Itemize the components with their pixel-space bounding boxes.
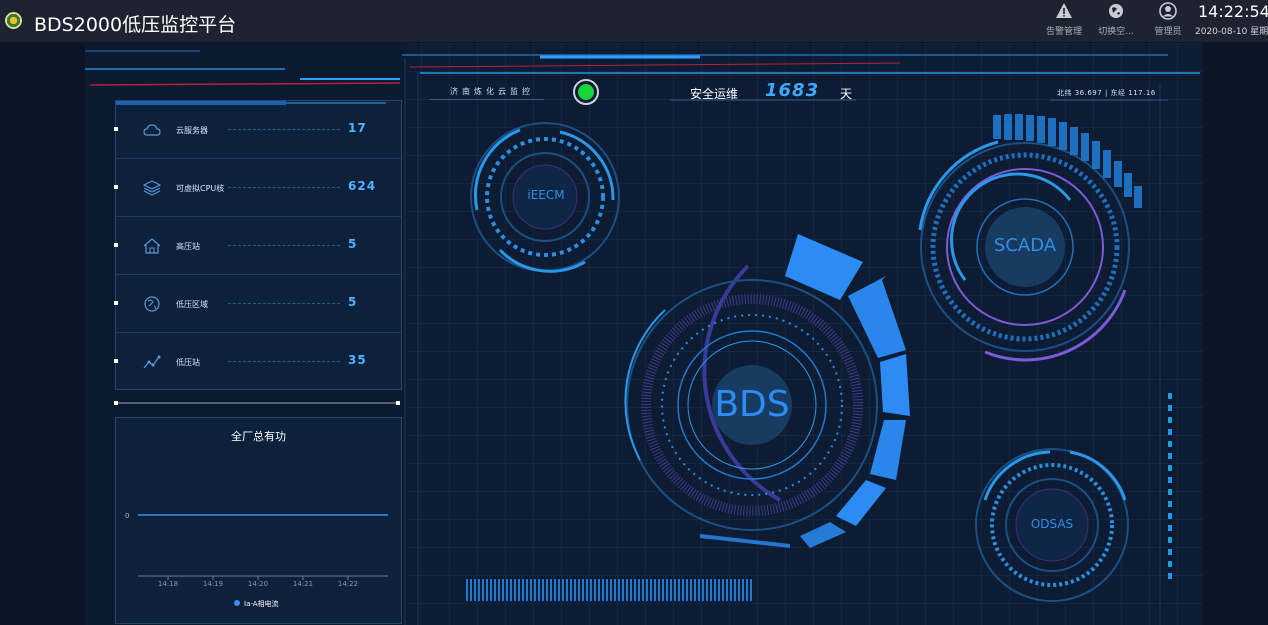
comb-bar — [710, 579, 712, 601]
comb-bar — [650, 579, 652, 601]
comb-bar — [550, 579, 552, 601]
comb-bar — [614, 579, 616, 601]
comb-bar — [518, 579, 520, 601]
comb-bar — [698, 579, 700, 601]
comb-bar — [566, 579, 568, 601]
comb-bar — [690, 579, 692, 601]
comb-bar — [750, 579, 752, 601]
comb-bar — [662, 579, 664, 601]
comb-bar — [738, 579, 740, 601]
comb-bar — [486, 579, 488, 601]
comb-bar — [734, 579, 736, 601]
comb-bar — [706, 579, 708, 601]
comb-bar — [586, 579, 588, 601]
comb-bar — [638, 579, 640, 601]
comb-bar — [674, 579, 676, 601]
comb-bar — [474, 579, 476, 601]
comb-bar — [534, 579, 536, 601]
system-rings-artwork — [466, 114, 1142, 602]
comb-bar — [670, 579, 672, 601]
comb-bar — [594, 579, 596, 601]
comb-bar — [606, 579, 608, 601]
comb-bar — [626, 579, 628, 601]
comb-bar — [582, 579, 584, 601]
comb-bar — [494, 579, 496, 601]
comb-bar — [554, 579, 556, 601]
comb-bar — [470, 579, 472, 601]
comb-bar — [542, 579, 544, 601]
comb-bar — [654, 579, 656, 601]
comb-bar — [590, 579, 592, 601]
comb-bar — [714, 579, 716, 601]
comb-bar — [602, 579, 604, 601]
comb-bar — [530, 579, 532, 601]
comb-bar — [730, 579, 732, 601]
comb-bar — [570, 579, 572, 601]
comb-bar — [546, 579, 548, 601]
comb-bar — [506, 579, 508, 601]
comb-bar — [562, 579, 564, 601]
comb-bar — [610, 579, 612, 601]
comb-bar — [482, 579, 484, 601]
comb-bar — [514, 579, 516, 601]
comb-bar — [598, 579, 600, 601]
comb-bar — [510, 579, 512, 601]
comb-bar — [498, 579, 500, 601]
comb-bar — [466, 579, 468, 601]
comb-bar — [622, 579, 624, 601]
comb-bar — [694, 579, 696, 601]
comb-bar — [558, 579, 560, 601]
comb-bar — [526, 579, 528, 601]
comb-bar — [722, 579, 724, 601]
comb-bar — [718, 579, 720, 601]
scada-label: SCADA — [993, 235, 1057, 256]
comb-bar — [666, 579, 668, 601]
comb-bar — [702, 579, 704, 601]
comb-bar — [502, 579, 504, 601]
bottom-bar-comb — [466, 579, 752, 601]
comb-bar — [678, 579, 680, 601]
comb-bar — [630, 579, 632, 601]
comb-bar — [522, 579, 524, 601]
comb-bar — [490, 579, 492, 601]
comb-bar — [578, 579, 580, 601]
comb-bar — [634, 579, 636, 601]
odsas-label: ODSAS — [1030, 517, 1074, 531]
comb-bar — [682, 579, 684, 601]
comb-bar — [726, 579, 728, 601]
ieecm-label: iEECM — [527, 188, 565, 202]
comb-bar — [538, 579, 540, 601]
bds-label: BDS — [714, 384, 790, 425]
comb-bar — [574, 579, 576, 601]
comb-bar — [686, 579, 688, 601]
comb-bar — [746, 579, 748, 601]
comb-bar — [642, 579, 644, 601]
comb-bar — [478, 579, 480, 601]
comb-bar — [742, 579, 744, 601]
comb-bar — [658, 579, 660, 601]
comb-bar — [618, 579, 620, 601]
comb-bar — [646, 579, 648, 601]
